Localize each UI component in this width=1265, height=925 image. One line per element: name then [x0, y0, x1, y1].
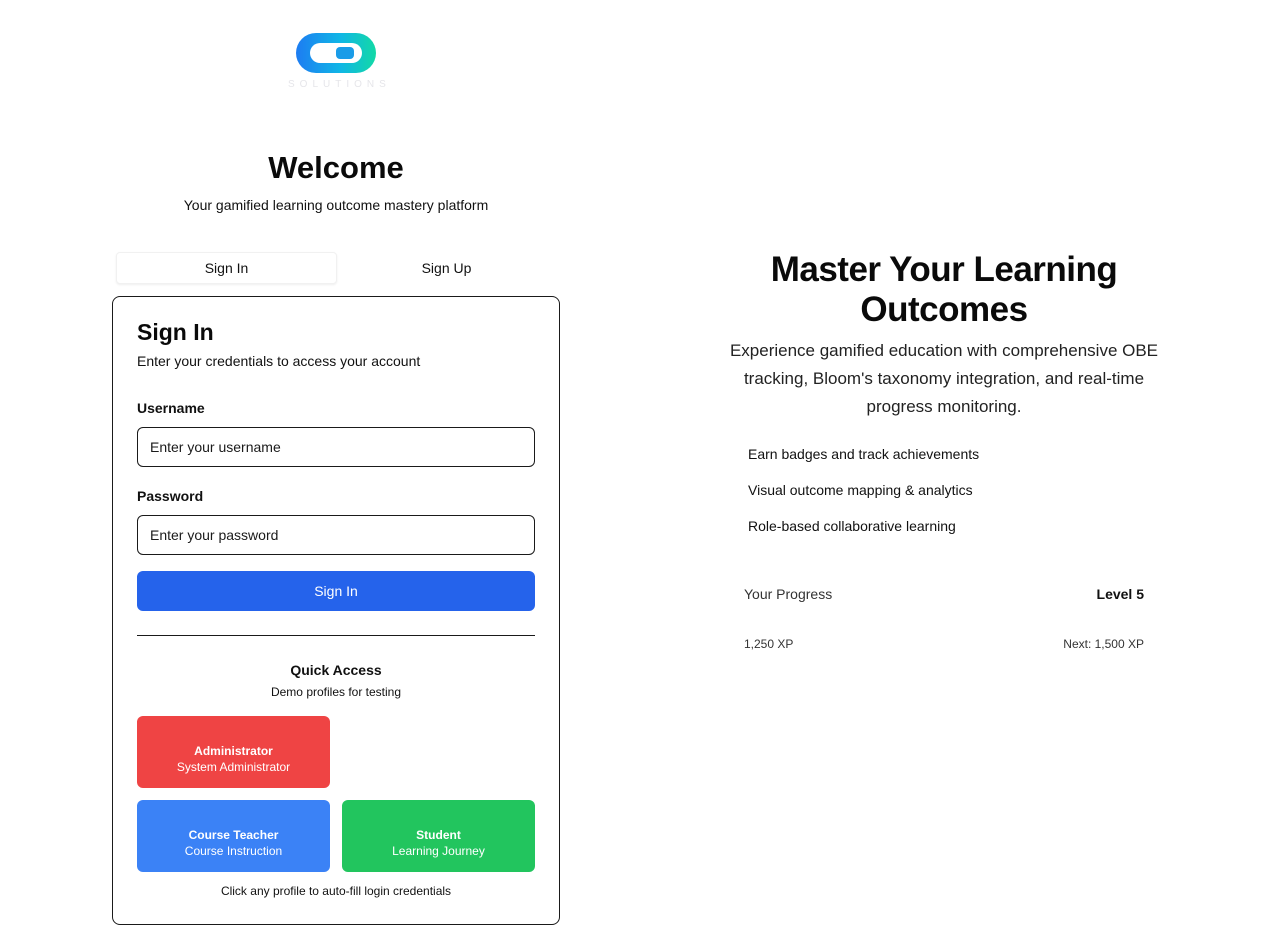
quick-access-subtitle: Demo profiles for testing	[270, 685, 402, 699]
hero-title: Master Your Learning Outcomes	[770, 250, 1118, 329]
username-label: Username	[137, 400, 205, 416]
profile-role: Course Teacher	[188, 828, 279, 842]
app-logo: SOLUTIONS	[288, 30, 391, 96]
page-subtitle: Your gamified learning outcome mastery p…	[183, 197, 489, 213]
feature-item: Role-based collaborative learning	[748, 518, 956, 534]
profile-description: System Administrator	[176, 760, 291, 774]
next-level-xp: Next: 1,500 XP	[1063, 637, 1144, 651]
sign-in-card: Sign In Enter your credentials to access…	[112, 296, 560, 925]
profile-role: Student	[416, 828, 461, 842]
tab-sign-up[interactable]: Sign Up	[337, 252, 556, 284]
logo-mark-icon	[296, 33, 376, 73]
course-teacher-profile-button[interactable]: Course Teacher Course Instruction	[137, 800, 330, 872]
quick-access-hint: Click any profile to auto-fill login cre…	[220, 884, 452, 898]
hero-description: Experience gamified education with compr…	[729, 341, 1159, 416]
password-label: Password	[137, 488, 204, 504]
sign-in-button[interactable]: Sign In	[137, 571, 535, 611]
card-title: Sign In	[137, 319, 214, 345]
quick-access-title: Quick Access	[290, 662, 382, 678]
progress-level: Level 5	[1096, 586, 1144, 602]
student-profile-button[interactable]: Student Learning Journey	[342, 800, 535, 872]
tab-sign-in[interactable]: Sign In	[116, 252, 337, 284]
administrator-profile-button[interactable]: Administrator System Administrator	[137, 716, 330, 788]
current-xp: 1,250 XP	[744, 637, 794, 651]
progress-label: Your Progress	[744, 586, 833, 602]
profile-description: Course Instruction	[184, 844, 283, 858]
feature-item: Earn badges and track achievements	[748, 446, 980, 462]
feature-item: Visual outcome mapping & analytics	[748, 482, 973, 498]
card-description: Enter your credentials to access your ac…	[137, 353, 421, 369]
page-title: Welcome	[268, 150, 404, 185]
profile-description: Learning Journey	[392, 844, 485, 858]
username-input[interactable]	[137, 427, 535, 467]
password-input[interactable]	[137, 515, 535, 555]
profile-role: Administrator	[194, 744, 273, 758]
auth-tabs: Sign In Sign Up	[112, 248, 560, 288]
logo-text: SOLUTIONS	[288, 79, 391, 90]
divider	[137, 635, 535, 636]
